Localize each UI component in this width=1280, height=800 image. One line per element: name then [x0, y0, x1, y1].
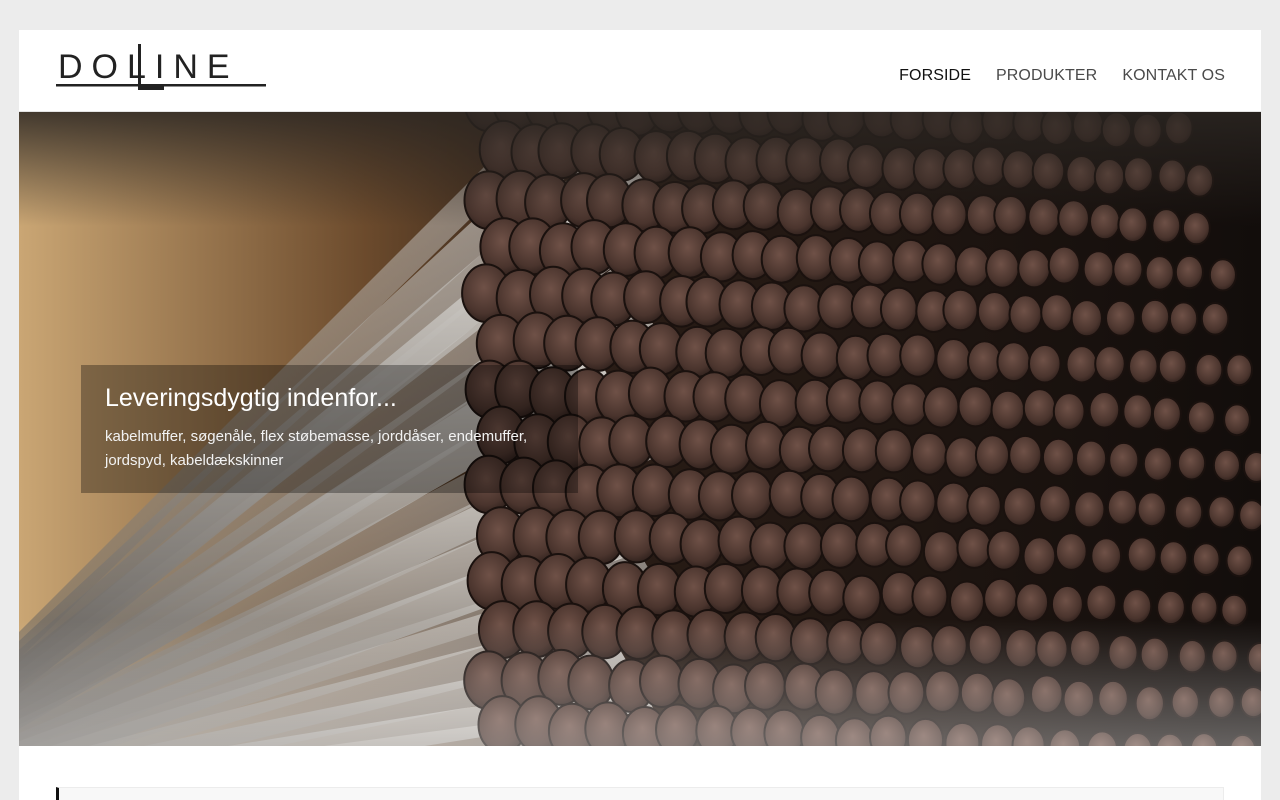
nav-item-kontakt-os[interactable]: KONTAKT OS [1122, 66, 1225, 86]
content-section [19, 746, 1261, 800]
intro-blockquote [56, 787, 1224, 800]
page-container: DOLINE FORSIDE PRODUKTER KONTAKT OS Leve… [19, 30, 1261, 800]
nav-item-produkter[interactable]: PRODUKTER [996, 66, 1097, 86]
nav-item-forside[interactable]: FORSIDE [899, 66, 971, 86]
logo-text: DOLINE [58, 48, 239, 86]
hero-caption: Leveringsdygtig indenfor... kabelmuffer,… [81, 365, 578, 493]
hero-title: Leveringsdygtig indenfor... [105, 384, 397, 412]
site-header: DOLINE FORSIDE PRODUKTER KONTAKT OS [19, 30, 1261, 112]
hero-text: kabelmuffer, søgenåle, flex støbemasse, … [105, 428, 528, 469]
main-nav: FORSIDE PRODUKTER KONTAKT OS [899, 66, 1225, 86]
hero-banner: Leveringsdygtig indenfor... kabelmuffer,… [19, 112, 1261, 746]
doline-logo: DOLINE [56, 44, 266, 90]
